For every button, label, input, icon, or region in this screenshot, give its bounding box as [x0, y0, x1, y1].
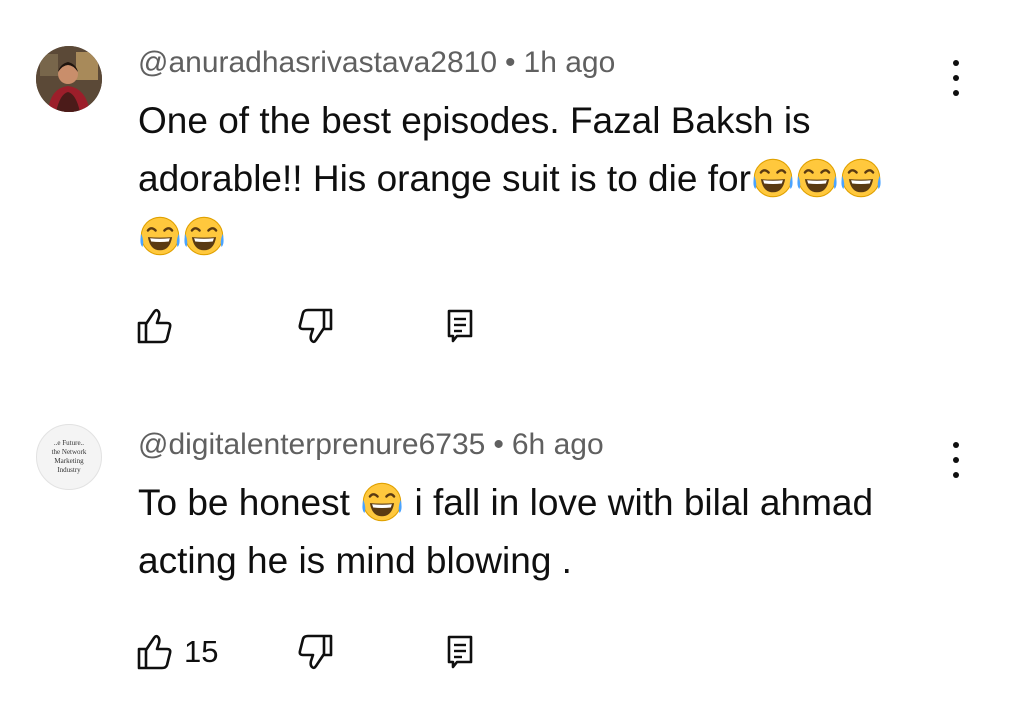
joy-emoji-icon	[138, 214, 182, 258]
comment-time[interactable]: 1h ago	[524, 46, 616, 79]
like-count: 15	[184, 634, 219, 669]
comment-text-line: To be honest i fall in love with bilal a…	[138, 480, 874, 524]
avatar-text: ..e Future.. the Network Marketing Indus…	[51, 439, 87, 474]
dislike-button[interactable]	[296, 632, 336, 672]
more-vertical-icon[interactable]	[944, 56, 968, 100]
joy-emoji-icon	[839, 156, 883, 200]
joy-emoji-icon	[795, 156, 839, 200]
joy-emoji-icon	[360, 480, 404, 524]
like-button[interactable]	[134, 306, 184, 346]
author-handle[interactable]: @digitalenterprenure6735	[138, 428, 485, 461]
more-vertical-icon[interactable]	[944, 438, 968, 482]
comment-meta: @anuradhasrivastava2810 • 1h ago	[138, 46, 615, 80]
thumbs-up-icon	[134, 306, 174, 346]
comment-text: One of the best episodes. Fazal Baksh is…	[138, 92, 938, 266]
comment-text: To be honest i fall in love with bilal a…	[138, 474, 938, 590]
comment-time[interactable]: 6h ago	[512, 428, 604, 461]
comment-2: ..e Future.. the Network Marketing Indus…	[0, 400, 1024, 707]
comment-1: @anuradhasrivastava2810 • 1h ago One of th…	[0, 0, 1024, 360]
joy-emoji-icon	[751, 156, 795, 200]
comment-text-line: adorable!! His orange suit is to die for	[138, 150, 938, 208]
meta-separator: •	[493, 428, 504, 461]
meta-separator: •	[505, 46, 516, 79]
dislike-button[interactable]	[296, 306, 336, 346]
comment-text-line	[138, 208, 938, 266]
comment-meta: @digitalenterprenure6735 • 6h ago	[138, 428, 604, 462]
avatar[interactable]: ..e Future.. the Network Marketing Indus…	[36, 424, 102, 490]
reply-icon	[440, 306, 480, 346]
thumbs-down-icon	[296, 632, 336, 672]
thumbs-up-icon	[134, 632, 174, 672]
like-button[interactable]: 15	[134, 632, 218, 672]
reply-button[interactable]	[440, 306, 480, 346]
author-handle[interactable]: @anuradhasrivastava2810	[138, 46, 497, 79]
avatar[interactable]	[36, 46, 102, 112]
comment-text-line: acting he is mind blowing .	[138, 540, 572, 581]
joy-emoji-icon	[182, 214, 226, 258]
thumbs-down-icon	[296, 306, 336, 346]
reply-button[interactable]	[440, 632, 480, 672]
reply-icon	[440, 632, 480, 672]
comment-text-line: One of the best episodes. Fazal Baksh is	[138, 100, 811, 141]
